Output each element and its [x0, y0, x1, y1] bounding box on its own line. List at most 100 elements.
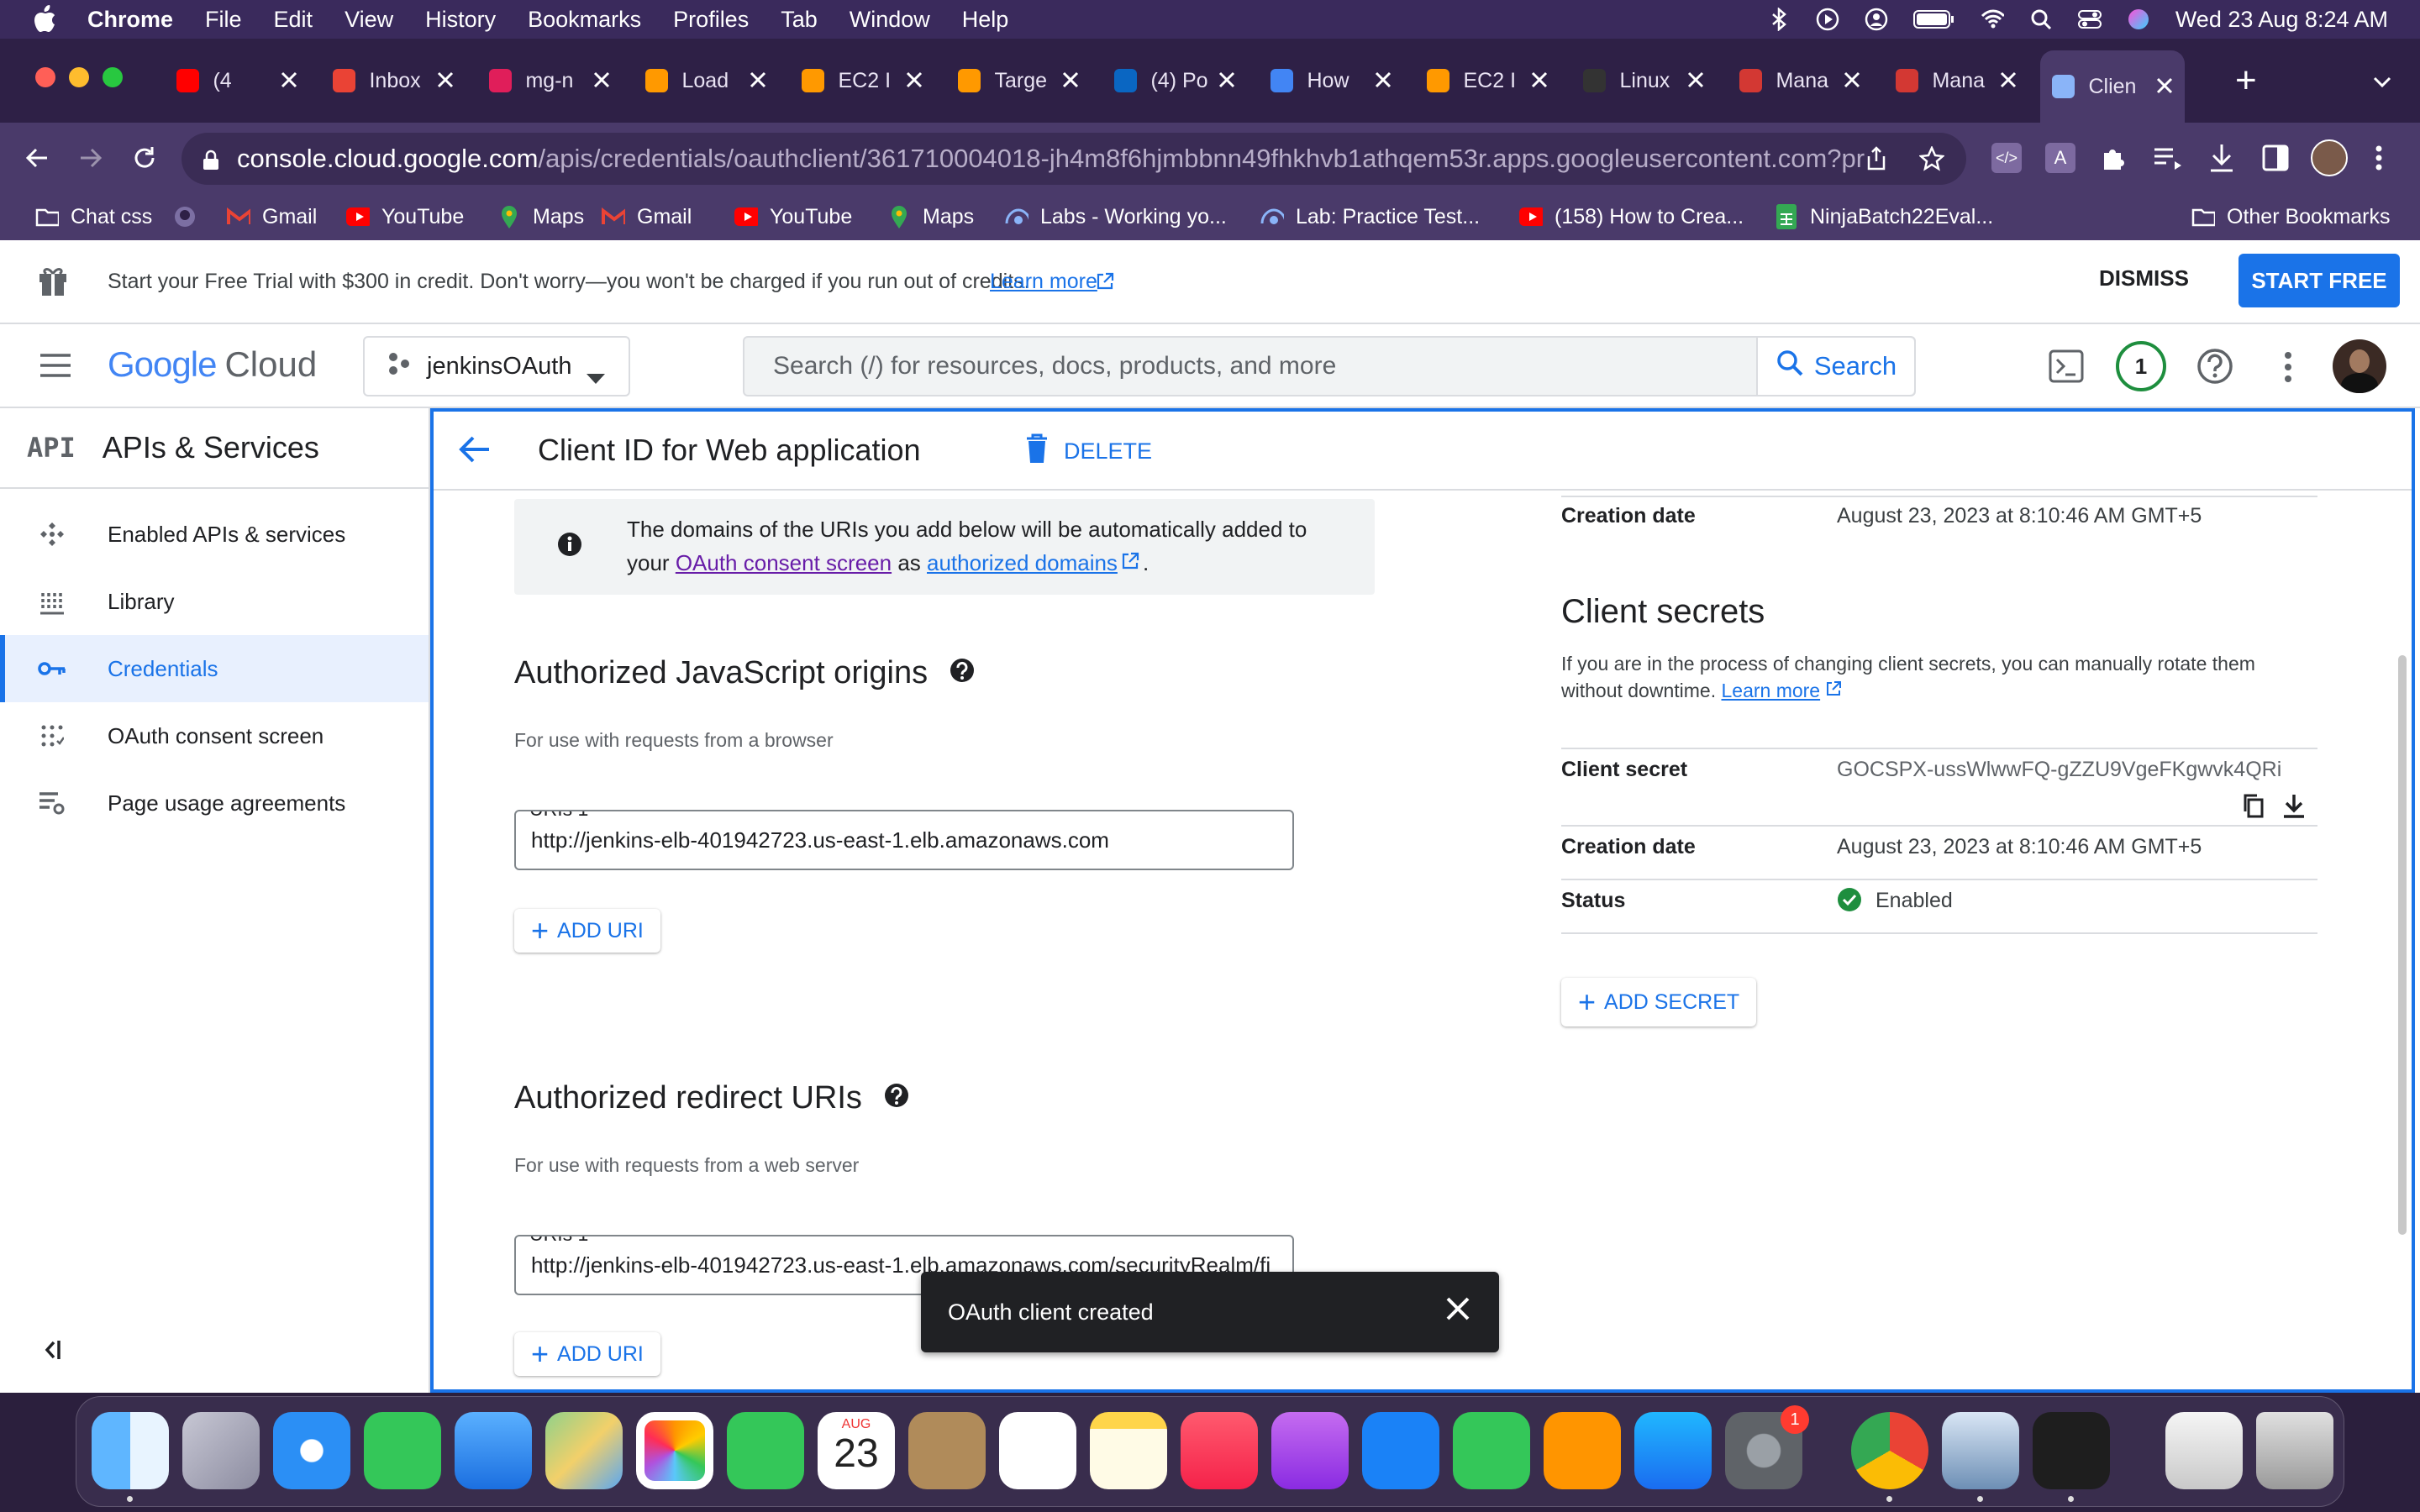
add-js-origin-button[interactable]: + ADD URI: [514, 909, 660, 953]
play-icon[interactable]: [1816, 8, 1839, 31]
banner-learn-more-link[interactable]: Learn more: [990, 270, 1097, 294]
bookmark-star-icon[interactable]: [1918, 144, 1945, 178]
browser-tab[interactable]: EC2 I: [1415, 55, 1560, 106]
tab-close-icon[interactable]: [593, 66, 610, 95]
bookmark-item[interactable]: Lab: Practice Test...: [1260, 193, 1480, 240]
extensions-puzzle-icon[interactable]: [2099, 143, 2129, 177]
close-window-button[interactable]: [35, 67, 55, 87]
project-selector[interactable]: jenkinsOAuth: [363, 336, 630, 396]
sidebar-item-page-usage[interactable]: Page usage agreements: [0, 769, 429, 837]
bluetooth-icon[interactable]: [1767, 8, 1791, 31]
menu-edit[interactable]: Edit: [274, 7, 313, 33]
menu-file[interactable]: File: [205, 7, 242, 33]
menu-window[interactable]: Window: [850, 7, 930, 33]
bookmark-item[interactable]: Labs - Working yo...: [1005, 193, 1227, 240]
bookmark-item[interactable]: Chat css: [35, 193, 152, 240]
browser-tab[interactable]: Mana: [1728, 55, 1872, 106]
browser-tab[interactable]: Mana: [1884, 55, 2028, 106]
browser-tab[interactable]: How: [1259, 55, 1403, 106]
bookmark-item[interactable]: Gmail: [602, 193, 692, 240]
control-center-icon[interactable]: [2077, 8, 2102, 31]
dismiss-button[interactable]: DISMISS: [2099, 265, 2189, 291]
more-vert-icon[interactable]: [2284, 351, 2292, 387]
menu-tab[interactable]: Tab: [781, 7, 818, 33]
lock-icon[interactable]: [200, 148, 222, 170]
bookmark-item[interactable]: NinjaBatch22Eval...: [1775, 193, 1993, 240]
safari-icon[interactable]: [273, 1412, 350, 1489]
facetime-icon[interactable]: [727, 1412, 804, 1489]
app-store-icon[interactable]: [1634, 1412, 1712, 1489]
media-queue-icon[interactable]: [2153, 144, 2183, 176]
keynote-icon[interactable]: [1362, 1412, 1439, 1489]
battery-icon[interactable]: [1912, 8, 1955, 31]
delete-button[interactable]: DELETE: [1025, 433, 1152, 470]
bookmark-item[interactable]: Gmail: [227, 193, 317, 240]
tab-search-chevron-icon[interactable]: [2370, 69, 2395, 94]
new-tab-button[interactable]: +: [2235, 62, 2257, 99]
tab-close-icon[interactable]: [1687, 66, 1704, 95]
tab-close-icon[interactable]: [1531, 66, 1548, 95]
notification-badge[interactable]: 1: [2116, 341, 2166, 391]
browser-tab[interactable]: Linux: [1571, 55, 1716, 106]
help-circle-icon[interactable]: [950, 655, 975, 691]
notes-icon[interactable]: [1090, 1412, 1167, 1489]
calendar-icon[interactable]: AUG 23: [818, 1412, 895, 1489]
tab-close-icon[interactable]: [1062, 66, 1079, 95]
address-bar[interactable]: console.cloud.google.com/apis/credential…: [182, 133, 1966, 185]
cloud-shell-icon[interactable]: [2049, 349, 2084, 387]
bookmark-item[interactable]: YouTube: [346, 193, 464, 240]
secrets-learn-more-link[interactable]: Learn more: [1721, 677, 1820, 704]
share-icon[interactable]: [1865, 146, 1887, 178]
add-redirect-uri-button[interactable]: + ADD URI: [514, 1332, 660, 1376]
other-bookmarks[interactable]: Other Bookmarks: [2191, 193, 2391, 240]
copy-icon[interactable]: [2242, 793, 2265, 822]
reload-button[interactable]: [124, 138, 165, 178]
system-settings-icon[interactable]: 1: [1725, 1405, 1809, 1489]
account-avatar[interactable]: [2333, 339, 2386, 393]
chrome-icon[interactable]: [1851, 1412, 1928, 1489]
extension-devtools-icon[interactable]: </>: [1991, 143, 2022, 173]
oauth-consent-link[interactable]: OAuth consent screen: [676, 546, 892, 580]
tab-close-icon[interactable]: [437, 66, 454, 95]
tab-close-icon[interactable]: [1844, 66, 1860, 95]
launchpad-icon[interactable]: [182, 1412, 260, 1489]
search-bar[interactable]: Search (/) for resources, docs, products…: [743, 336, 1916, 396]
search-button[interactable]: Search: [1756, 338, 1914, 395]
user-icon[interactable]: [1865, 8, 1888, 31]
menu-view[interactable]: View: [345, 7, 393, 33]
menu-app-name[interactable]: Chrome: [87, 7, 173, 33]
wifi-icon[interactable]: [1981, 8, 2004, 31]
side-panel-icon[interactable]: [2262, 144, 2289, 176]
js-origin-uri-value[interactable]: http://jenkins-elb-401942723.us-east-1.e…: [531, 827, 1109, 853]
music-icon[interactable]: [1181, 1412, 1258, 1489]
authorized-domains-link[interactable]: authorized domains: [927, 546, 1118, 580]
google-cloud-logo[interactable]: Google Cloud: [108, 344, 317, 385]
browser-tab[interactable]: Clien: [2040, 50, 2185, 123]
back-button[interactable]: [17, 138, 57, 178]
download-secret-icon[interactable]: [2282, 793, 2306, 822]
scrollbar[interactable]: [2398, 655, 2407, 1235]
browser-tab[interactable]: (4: [165, 55, 309, 106]
browser-menu-icon[interactable]: [2375, 144, 2383, 176]
hamburger-menu-icon[interactable]: [39, 353, 72, 382]
menu-help[interactable]: Help: [962, 7, 1009, 33]
add-secret-button[interactable]: + ADD SECRET: [1561, 978, 1757, 1026]
pages-icon[interactable]: [1544, 1412, 1621, 1489]
sidebar-item-library[interactable]: Library: [0, 568, 429, 635]
browser-tab[interactable]: Inbox: [321, 55, 466, 106]
tab-close-icon[interactable]: [750, 66, 766, 95]
siri-icon[interactable]: [2127, 8, 2150, 31]
preview-icon[interactable]: [1942, 1412, 2019, 1489]
tab-close-icon[interactable]: [1375, 66, 1392, 95]
browser-tab[interactable]: EC2 I: [790, 55, 934, 106]
tab-close-icon[interactable]: [1218, 66, 1235, 95]
js-origin-uri-field[interactable]: URIs 1 * http://jenkins-elb-401942723.us…: [514, 810, 1294, 870]
contacts-icon[interactable]: [908, 1412, 986, 1489]
podcasts-icon[interactable]: [1271, 1412, 1349, 1489]
start-free-button[interactable]: START FREE: [2238, 254, 2400, 307]
maps-icon[interactable]: [545, 1412, 623, 1489]
tab-close-icon[interactable]: [2000, 66, 2017, 95]
browser-tab[interactable]: mg-n: [477, 55, 622, 106]
download-icon[interactable]: [2208, 143, 2235, 177]
vscode-icon[interactable]: [2033, 1412, 2110, 1489]
